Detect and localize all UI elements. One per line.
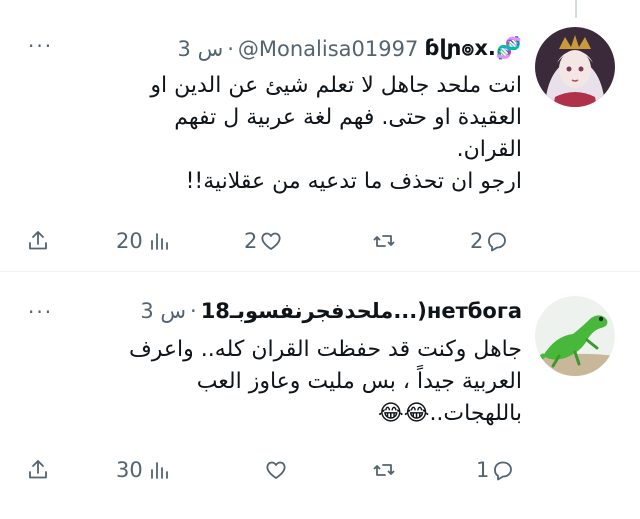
like-button[interactable]: 2 xyxy=(244,229,283,253)
views-icon xyxy=(150,233,168,250)
tweet-text-line: ارجو ان تحذف ما تدعيه من عقلانية!! xyxy=(185,169,522,194)
share-button[interactable] xyxy=(26,229,50,253)
like-button[interactable] xyxy=(264,458,288,482)
views-button[interactable]: 30 xyxy=(116,458,171,482)
tweet-header: ملحدفجرنفسوبـ18...)нетбога · 3 س xyxy=(140,299,522,323)
tweet-text: انت ملحد جاهل لا تعلم شيئ عن الدين او ال… xyxy=(32,70,522,198)
more-options-icon[interactable]: ··· xyxy=(28,34,53,58)
reply-count: 1 xyxy=(476,458,490,482)
timestamp[interactable]: 3 س xyxy=(178,37,224,61)
tweet-text-line: انت ملحد جاهل لا تعلم شيئ عن الدين او xyxy=(150,73,522,98)
avatar[interactable] xyxy=(535,296,615,376)
share-button[interactable] xyxy=(26,458,50,482)
reply-icon xyxy=(488,232,507,252)
views-count: 30 xyxy=(116,458,143,482)
views-count: 20 xyxy=(116,229,143,253)
tweet-header: ɓɭɲ๏x.🧬 @Monalisa01997 · 3 س xyxy=(178,32,522,65)
tweet-text-line: القران. xyxy=(456,137,522,162)
handle[interactable]: @Monalisa01997 xyxy=(238,37,418,61)
tweet-text-line: العقيدة او حتى. فهم لغة عربية ل تفهم xyxy=(174,105,522,130)
reply-button[interactable]: 1 xyxy=(476,458,515,482)
views-button[interactable]: 20 xyxy=(116,229,171,253)
like-icon xyxy=(261,232,281,250)
tweet-actions: 2 2 20 xyxy=(0,223,520,263)
separator-dot: · xyxy=(227,36,234,61)
like-count: 2 xyxy=(244,229,258,253)
like-icon xyxy=(266,461,286,479)
tweet-text-line: العربية جيداً ، بس مليت وعاوز العب xyxy=(196,369,522,394)
tweet-text: جاهل وكنت قد حفظت القران كله.. واعرف الع… xyxy=(32,334,522,430)
avatar[interactable] xyxy=(535,27,615,107)
retweet-icon xyxy=(373,235,395,247)
reply-count: 2 xyxy=(470,229,484,253)
views-icon xyxy=(150,462,168,479)
share-icon xyxy=(29,460,47,479)
tweet-actions: 1 30 xyxy=(0,452,520,492)
retweet-button[interactable] xyxy=(372,229,396,253)
reply-button[interactable]: 2 xyxy=(470,229,509,253)
reply-icon xyxy=(494,461,513,481)
share-icon xyxy=(29,231,47,250)
retweet-icon xyxy=(373,464,395,476)
display-name[interactable]: ملحدفجرنفسوبـ18...)нетбога xyxy=(201,299,522,323)
display-name[interactable]: ɓɭɲ๏x.🧬 xyxy=(424,32,522,65)
retweet-button[interactable] xyxy=(372,458,396,482)
tweet-text-line: جاهل وكنت قد حفظت القران كله.. واعرف xyxy=(128,337,522,362)
more-options-icon[interactable]: ··· xyxy=(28,300,53,324)
tweet-text-line: باللهجات..😂😂 xyxy=(378,401,522,426)
timestamp[interactable]: 3 س xyxy=(140,299,186,323)
separator-dot: · xyxy=(190,299,197,323)
